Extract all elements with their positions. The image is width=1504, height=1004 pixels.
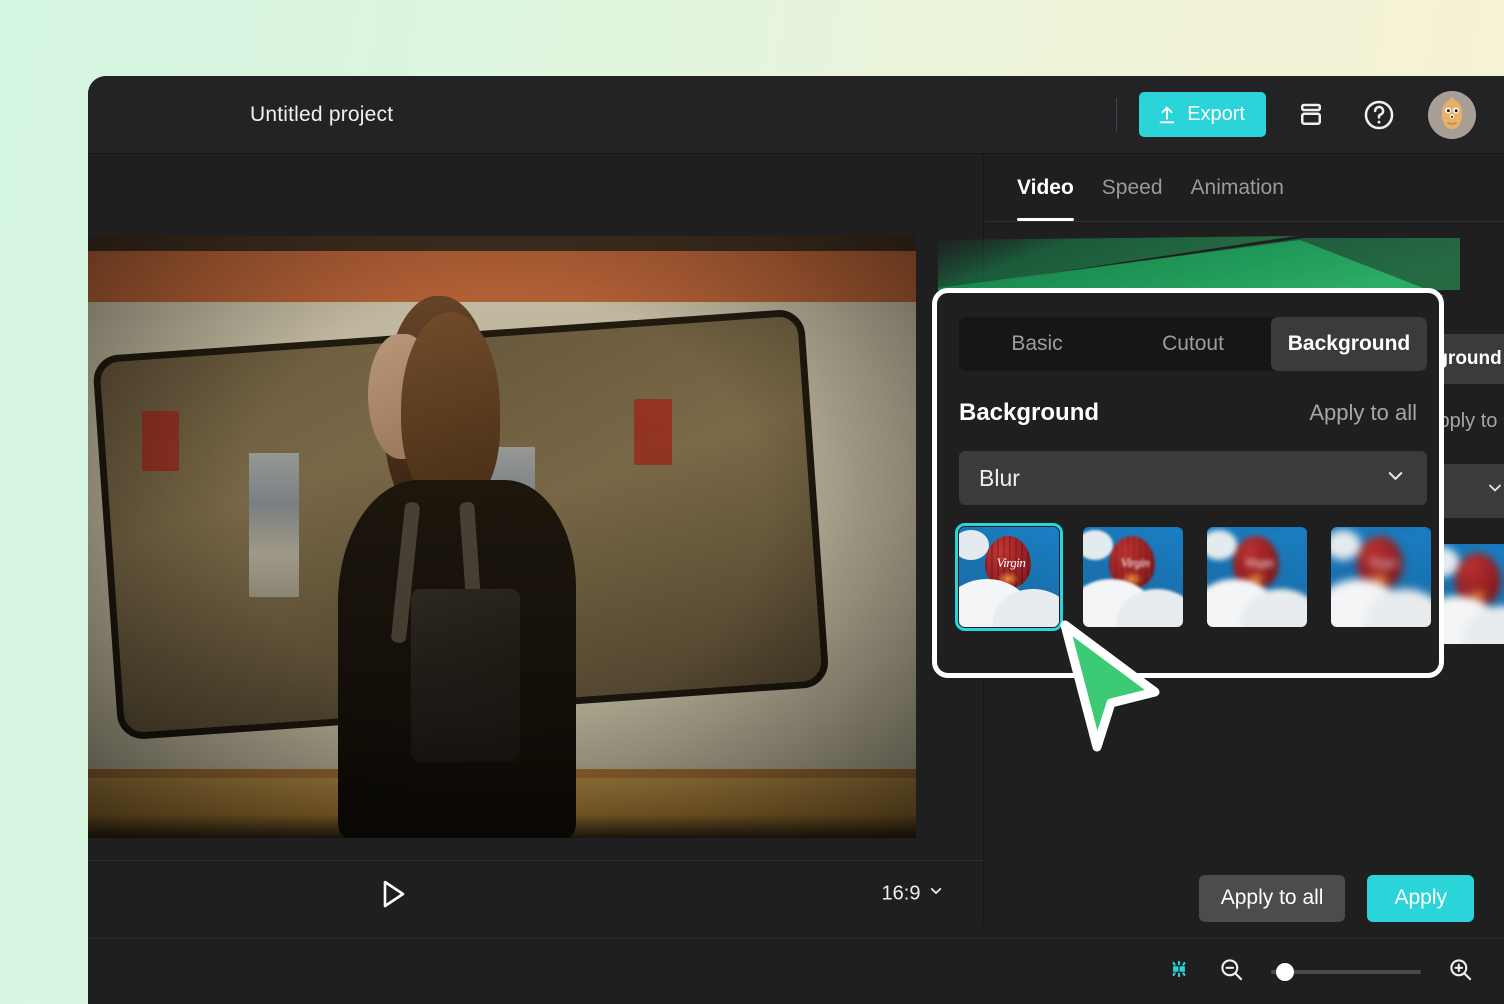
balloon-logo-text: Virgin bbox=[996, 555, 1026, 570]
avatar[interactable] bbox=[1428, 90, 1476, 139]
popup-segment-background[interactable]: Background bbox=[1271, 317, 1427, 371]
popup-segment-cutout[interactable]: Cutout bbox=[1115, 317, 1271, 371]
popup-segment-basic-label: Basic bbox=[1011, 332, 1063, 355]
popup-background-preset-thumb[interactable]: Virgin bbox=[1331, 527, 1431, 627]
zoom-out-icon[interactable] bbox=[1218, 956, 1245, 988]
aspect-ratio-label: 16:9 bbox=[881, 882, 921, 904]
tab-video[interactable]: Video bbox=[1003, 154, 1088, 221]
scene-vignette bbox=[88, 236, 916, 838]
preview-controls: 16:9 bbox=[88, 860, 1041, 926]
popup-background-preset-thumb[interactable]: Virgin bbox=[955, 523, 1063, 631]
tab-speed[interactable]: Speed bbox=[1088, 154, 1177, 221]
popup-background-header: Background Apply to all bbox=[959, 399, 1417, 427]
aspect-ratio-selector[interactable]: 16:9 bbox=[882, 882, 945, 905]
popup-background-preset-thumb[interactable]: Virgin bbox=[1083, 527, 1183, 627]
question-circle-icon[interactable] bbox=[1356, 92, 1402, 138]
tab-video-label: Video bbox=[1017, 175, 1074, 199]
tab-speed-label: Speed bbox=[1101, 175, 1163, 199]
upload-icon bbox=[1156, 104, 1178, 126]
apply-button[interactable]: Apply bbox=[1367, 874, 1474, 922]
top-bar-actions: Export bbox=[1116, 90, 1504, 139]
popup-apply-to-all-link[interactable]: Apply to all bbox=[1309, 400, 1417, 426]
zoom-slider-handle[interactable] bbox=[1276, 962, 1294, 981]
balloon-logo-text: Virgin bbox=[1368, 555, 1398, 570]
apply-to-all-button[interactable]: Apply to all bbox=[1198, 874, 1346, 922]
timeline-zoom-slider[interactable] bbox=[1271, 962, 1421, 981]
fit-to-screen-icon[interactable] bbox=[1166, 956, 1192, 987]
project-title[interactable]: Untitled project bbox=[250, 103, 393, 127]
play-icon[interactable] bbox=[381, 879, 407, 909]
preview-area: 16:9 bbox=[88, 154, 1041, 926]
zoom-in-icon[interactable] bbox=[1447, 956, 1474, 988]
chevron-down-icon bbox=[1384, 464, 1407, 493]
export-button-label: Export bbox=[1187, 103, 1245, 125]
popup-segment-cutout-label: Cutout bbox=[1162, 332, 1224, 355]
balloon-logo-text: Virgin bbox=[1120, 555, 1150, 570]
popup-segment-background-label: Background bbox=[1287, 332, 1411, 355]
popup-background-preset-list: Virgin Virgin Virgin Virgin bbox=[955, 523, 1431, 631]
popup-background-title: Background bbox=[959, 399, 1100, 426]
chevron-down-icon bbox=[1485, 478, 1504, 504]
tab-animation[interactable]: Animation bbox=[1177, 154, 1298, 221]
timeline-bar bbox=[88, 938, 1504, 1004]
layout-panel-icon[interactable] bbox=[1288, 92, 1334, 138]
properties-tabs: Video Speed Animation bbox=[985, 154, 1504, 222]
zoom-callout-popup: Basic Cutout Background Background Apply… bbox=[932, 288, 1444, 678]
export-button[interactable]: Export bbox=[1139, 92, 1266, 137]
popup-segmented-control: Basic Cutout Background bbox=[959, 317, 1427, 371]
balloon-logo-text: Virgin bbox=[1244, 555, 1274, 570]
popup-background-type-select[interactable]: Blur bbox=[959, 451, 1427, 505]
popup-background-type-value: Blur bbox=[979, 464, 1020, 491]
popup-segment-basic[interactable]: Basic bbox=[959, 317, 1115, 371]
panel-footer: Apply to all Apply bbox=[985, 858, 1504, 938]
chevron-down-icon bbox=[927, 882, 944, 905]
timeline-zoom-controls bbox=[1166, 956, 1474, 988]
top-bar: Untitled project Export bbox=[88, 76, 1504, 154]
toolbar-divider bbox=[1116, 97, 1118, 132]
tab-animation-label: Animation bbox=[1190, 175, 1284, 199]
video-preview[interactable] bbox=[88, 236, 916, 838]
popup-background-preset-thumb[interactable]: Virgin bbox=[1207, 527, 1307, 627]
